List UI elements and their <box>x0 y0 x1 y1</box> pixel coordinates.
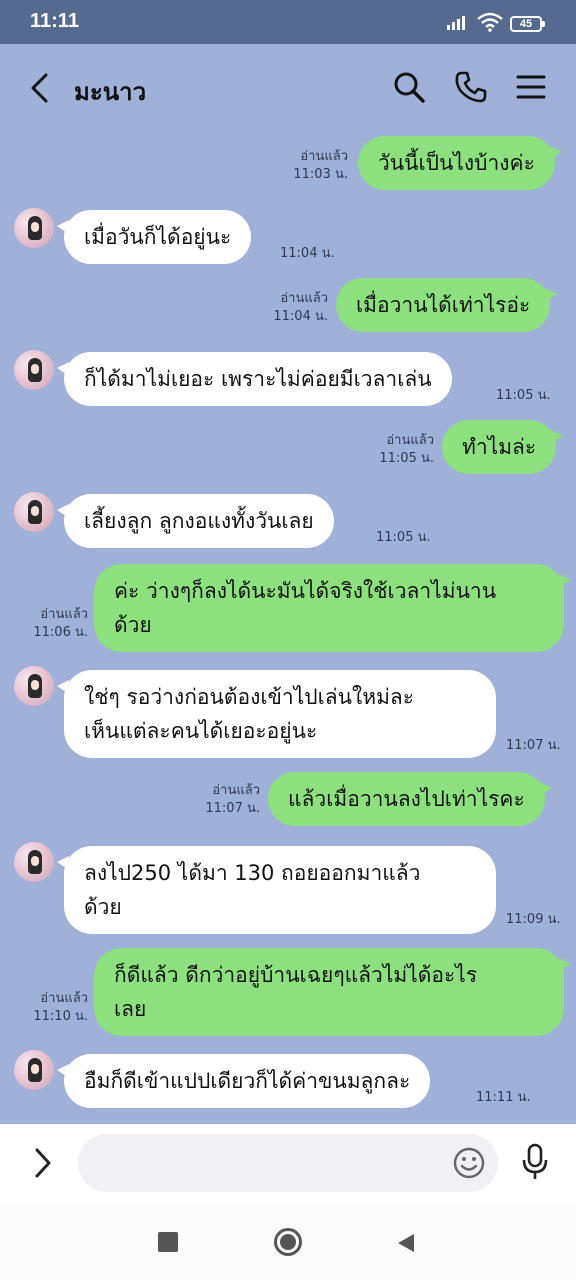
message-meta: อ่านแล้ว 11:07 น. <box>174 782 260 818</box>
message-time: 11:04 น. <box>280 246 335 261</box>
back-icon[interactable] <box>28 72 52 104</box>
incoming-message[interactable]: เมื่อวันก็ได้อยู่นะ <box>56 210 252 264</box>
home-icon[interactable] <box>274 1228 302 1256</box>
chat-title: มะนาว <box>74 78 147 106</box>
avatar[interactable] <box>14 666 54 706</box>
input-bar <box>0 1124 576 1204</box>
message-line: ก็ดีแล้ว ดีกว่าอยู่บ้านเฉยๆแล้วไม่ได้อะไ… <box>114 963 478 987</box>
message-time: 11:11 น. <box>476 1090 531 1105</box>
message-time: 11:05 น. <box>496 388 551 403</box>
message-line: เห็นแต่ละคนได้เยอะอยู่นะ <box>84 719 318 743</box>
message-time: 11:07 น. <box>506 738 561 753</box>
message-input[interactable] <box>78 1134 498 1192</box>
message-meta: อ่านแล้ว 11:06 น. <box>2 606 88 642</box>
read-receipt: อ่านแล้ว <box>40 607 88 622</box>
incoming-message[interactable]: อืมก็ดีเข้าแปปเดียวก็ได้ค่าขนมลูกละ <box>56 1054 431 1108</box>
message-line: ใช่ๆ รอว่างก่อนต้องเข้าไปเล่นใหม่ละ <box>84 685 415 709</box>
avatar[interactable] <box>14 842 54 882</box>
status-bar: 11:11 45 <box>0 0 576 44</box>
outgoing-message[interactable]: แล้วเมื่อวานลงไปเท่าไรคะ <box>268 772 552 826</box>
message-meta: อ่านแล้ว 11:04 น. <box>242 290 328 326</box>
message-time: 11:07 น. <box>205 801 260 816</box>
read-receipt: อ่านแล้ว <box>40 991 88 1006</box>
read-receipt: อ่านแล้ว <box>300 149 348 164</box>
expand-icon[interactable] <box>32 1146 54 1180</box>
wifi-icon <box>477 12 503 32</box>
message-time: 11:03 น. <box>293 167 348 182</box>
message-time: 11:10 น. <box>33 1009 88 1024</box>
message-line: เลย <box>114 997 147 1021</box>
message-time: 11:05 น. <box>379 451 434 466</box>
message-meta: อ่านแล้ว 11:03 น. <box>262 148 348 184</box>
status-time: 11:11 <box>30 10 79 32</box>
incoming-message[interactable]: ก็ได้มาไม่เยอะ เพราะไม่ค่อยมีเวลาเล่น <box>57 352 452 406</box>
phone-icon[interactable] <box>454 70 488 104</box>
message-line: ค่ะ ว่างๆก็ลงได้นะมันได้จริงใช้เวลาไม่นา… <box>114 579 497 603</box>
outgoing-message[interactable]: ค่ะ ว่างๆก็ลงได้นะมันได้จริงใช้เวลาไม่นา… <box>94 564 571 652</box>
mic-icon[interactable] <box>520 1142 550 1182</box>
outgoing-message[interactable]: ทำไมล่ะ <box>442 420 564 474</box>
message-meta: อ่านแล้ว 11:05 น. <box>348 432 434 468</box>
incoming-message[interactable]: เลี้ยงลูก ลูกงอแงทั้งวันเลย <box>57 494 334 548</box>
outgoing-message[interactable]: ก็ดีแล้ว ดีกว่าอยู่บ้านเฉยๆแล้วไม่ได้อะไ… <box>94 948 571 1036</box>
recents-icon[interactable] <box>158 1232 178 1252</box>
chat-header: มะนาว <box>0 44 576 132</box>
outgoing-message[interactable]: เมื่อวานได้เท่าไรอ่ะ <box>336 278 558 332</box>
search-icon[interactable] <box>392 70 426 104</box>
avatar[interactable] <box>14 350 54 390</box>
avatar[interactable] <box>14 208 54 248</box>
outgoing-message[interactable]: วันนี้เป็นไงบ้างค่ะ <box>358 136 562 190</box>
read-receipt: อ่านแล้ว <box>280 291 328 306</box>
message-line: ด้วย <box>114 613 152 637</box>
message-line: ด้วย <box>84 895 122 919</box>
message-meta: อ่านแล้ว 11:10 น. <box>2 990 88 1026</box>
avatar[interactable] <box>14 492 54 532</box>
incoming-message[interactable]: ใช่ๆ รอว่างก่อนต้องเข้าไปเล่นใหม่ละ เห็น… <box>57 670 496 758</box>
incoming-message[interactable]: ลงไป250 ได้มา 130 ถอยออกมาแล้ว ด้วย <box>57 846 496 934</box>
battery-level: 45 <box>519 18 533 30</box>
emoji-icon[interactable] <box>452 1146 486 1180</box>
message-time: 11:06 น. <box>33 625 88 640</box>
message-time: 11:05 น. <box>376 530 431 545</box>
signal-icon <box>447 16 465 30</box>
system-back-icon[interactable] <box>396 1232 416 1254</box>
message-time: 11:09 น. <box>506 912 561 927</box>
message-line: ลงไป250 ได้มา 130 ถอยออกมาแล้ว <box>84 861 421 885</box>
read-receipt: อ่านแล้ว <box>212 783 260 798</box>
menu-icon[interactable] <box>516 74 546 100</box>
message-time: 11:04 น. <box>273 309 328 324</box>
read-receipt: อ่านแล้ว <box>386 433 434 448</box>
system-navigation-bar <box>0 1204 576 1280</box>
battery-icon: 45 <box>510 16 545 32</box>
avatar[interactable] <box>14 1050 54 1090</box>
